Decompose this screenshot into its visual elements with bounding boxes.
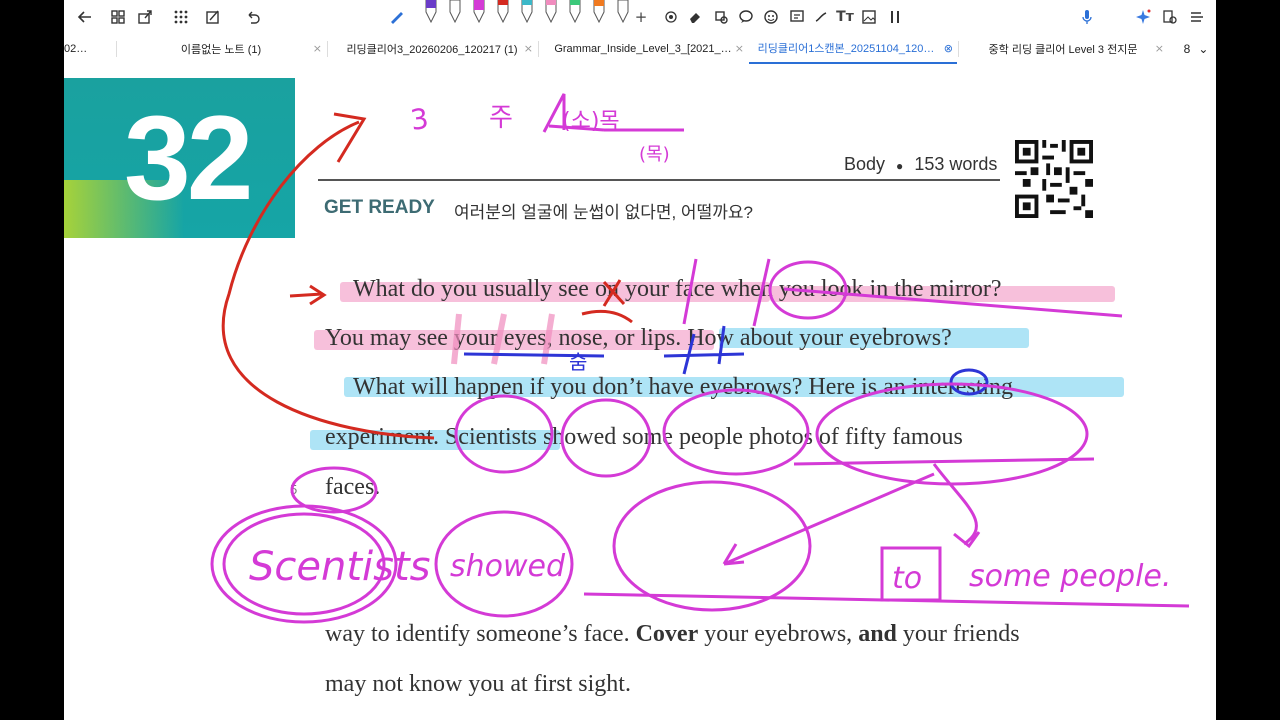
word-count-info: Body ● 153 words [844, 154, 997, 175]
ink-oval [612, 480, 812, 612]
settings-icon[interactable] [1159, 6, 1181, 28]
close-icon[interactable]: × [524, 42, 533, 55]
pause-icon[interactable] [884, 6, 906, 28]
pen-light-icon[interactable] [616, 0, 630, 24]
text-size-icon[interactable]: Tт [834, 6, 856, 28]
bullet-icon: ● [896, 159, 904, 173]
eraser-icon[interactable] [684, 6, 706, 28]
close-icon[interactable]: × [735, 42, 744, 55]
pen-gray-icon[interactable] [448, 0, 462, 24]
menu-icon[interactable] [1186, 6, 1208, 28]
qr-code-icon[interactable] [1014, 140, 1094, 218]
get-ready-label: GET READY [324, 197, 435, 218]
ink-word-some-people: some people. [969, 559, 1171, 594]
tab-4[interactable]: 리딩클리어1스캔본_20251104_120… ⊗ [749, 34, 957, 64]
ink-word-scientists: Scentists [249, 544, 431, 590]
ink-triangle [542, 93, 605, 133]
tab-label: 중학 리딩 클리어 Level 3 전지문 [988, 44, 1138, 56]
close-icon[interactable]: × [313, 42, 322, 55]
note-app: + Tт 02… 이름없는 노트 (1) × 리딩클리어3_20260206_1… [64, 0, 1216, 720]
passage-line-5: faces. [325, 474, 381, 500]
word-count: 153 words [914, 154, 998, 174]
undo-icon[interactable] [242, 6, 264, 28]
pen-orange-icon[interactable] [592, 0, 606, 24]
note-so-mok: (소)목 [562, 109, 620, 134]
ink-box [880, 546, 942, 602]
passage-line-1: What do you usually see on your face whe… [353, 276, 1002, 302]
body-label: Body [844, 154, 886, 174]
add-pen-icon[interactable]: + [630, 6, 652, 28]
get-ready-question: 여러분의 얼굴에 눈썹이 없다면, 어떨까요? [454, 203, 753, 222]
passage-line-7: may not know you at first sight. [325, 671, 631, 697]
passage-line-4: experiment. Scientists showed some peopl… [325, 424, 963, 450]
tab-label: 리딩클리어1스캔본_20251104_120… [757, 43, 935, 55]
mic-icon[interactable] [1076, 6, 1098, 28]
pen-green-icon[interactable] [568, 0, 582, 24]
unit-number: 32 [124, 91, 253, 225]
ink-underline [583, 592, 1190, 608]
lasso-icon[interactable] [710, 6, 732, 28]
close-icon[interactable]: × [1155, 42, 1164, 55]
red-arrow-head [333, 112, 367, 163]
passage-line-6: way to identify someone’s face. Cover yo… [325, 621, 1020, 648]
ink-word-showed: showed [450, 549, 566, 584]
pen-teal-icon[interactable] [520, 0, 534, 24]
apps-icon[interactable] [170, 6, 192, 28]
ink-word-to: to [892, 561, 922, 596]
tab-label: Grammar_Inside_Level_3_[2021_… [554, 43, 732, 55]
ink-underline [793, 457, 1095, 466]
passage-line-2: You may see your eyes, nose, or lips. Ho… [325, 325, 952, 351]
pen-settings-icon[interactable] [660, 6, 682, 28]
sticker-icon[interactable] [760, 6, 782, 28]
toolbar: + Tт [64, 0, 1216, 34]
tab-0[interactable]: 02… [64, 34, 116, 64]
close-icon[interactable]: ⊗ [944, 42, 953, 55]
back-arrow-icon[interactable] [74, 6, 96, 28]
red-stroke [581, 309, 633, 324]
tab-3[interactable]: Grammar_Inside_Level_3_[2021_… × [538, 34, 748, 64]
text-box-icon[interactable] [786, 6, 808, 28]
pen-pink-icon[interactable] [544, 0, 558, 24]
note-ju: 주 [489, 103, 513, 133]
blue-note: 숨 [569, 350, 587, 374]
grid-icon[interactable] [107, 6, 129, 28]
comment-icon[interactable] [735, 6, 757, 28]
pen-red-icon[interactable] [496, 0, 510, 24]
document-page[interactable]: 32 Body ● 153 words GET READY 여러분의 얼굴에 눈… [64, 64, 1216, 720]
pen-purple-icon[interactable] [424, 0, 438, 24]
passage-line-3: What will happen if you don’t have eyebr… [353, 374, 1014, 400]
pen-magenta-icon[interactable] [472, 0, 486, 24]
red-small-arrow [289, 284, 327, 306]
note-3: 3 [408, 102, 430, 137]
line-6-text: way to identify someone’s face. Cover yo… [325, 621, 1020, 647]
link-icon[interactable] [810, 6, 832, 28]
tab-label: 리딩클리어3_20260206_120217 (1) [346, 44, 518, 56]
line-number: 5 [290, 482, 298, 497]
tab-2[interactable]: 리딩클리어3_20260206_120217 (1) × [327, 34, 537, 64]
ink-oval [210, 504, 398, 624]
tab-count: 8 [1183, 42, 1191, 56]
image-icon[interactable] [858, 6, 880, 28]
tab-count-button[interactable]: 8 ⌄ [1176, 34, 1216, 64]
header-rule [318, 179, 1000, 181]
note-mok: (목) [639, 144, 670, 165]
ink-oval [434, 510, 574, 618]
pen-icon[interactable] [386, 6, 408, 28]
tab-1[interactable]: 이름없는 노트 (1) × [116, 34, 326, 64]
tab-label: 02… [64, 43, 88, 55]
ink-arrow [722, 472, 935, 566]
edit-icon[interactable] [202, 6, 224, 28]
export-icon[interactable] [134, 6, 156, 28]
magic-icon[interactable] [1132, 6, 1154, 28]
unit-number-badge: 32 [64, 78, 295, 238]
tab-bar: 02… 이름없는 노트 (1) × 리딩클리어3_20260206_120217 … [64, 34, 1216, 65]
tab-label: 이름없는 노트 (1) [180, 44, 262, 56]
chevron-down-icon: ⌄ [1198, 42, 1209, 56]
tab-5[interactable]: 중학 리딩 클리어 Level 3 전지문 × [958, 34, 1168, 64]
ink-oval [222, 512, 386, 616]
ink-arrow [932, 463, 981, 549]
